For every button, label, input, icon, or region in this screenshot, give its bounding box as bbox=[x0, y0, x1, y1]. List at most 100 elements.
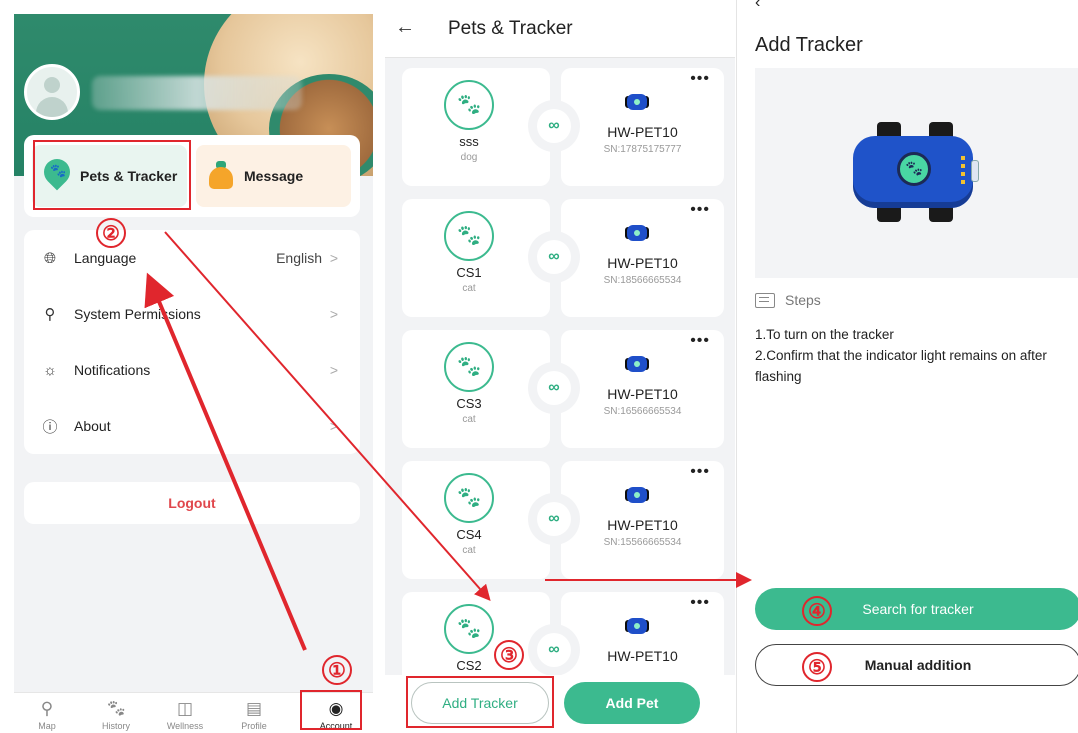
link-icon: ∞ bbox=[537, 109, 571, 143]
pet-row: 🐾︎ CS2 ••• HW-PET10 ∞ bbox=[385, 582, 735, 675]
tab-label: Map bbox=[38, 721, 56, 731]
composite-screenshot: 🐾 Pets & Tracker Message 🌐︎ Language Eng… bbox=[0, 0, 1078, 733]
tracker-model: HW-PET10 bbox=[607, 255, 678, 271]
tab-label: History bbox=[101, 721, 130, 731]
add-pet-button[interactable]: Add Pet bbox=[564, 682, 700, 724]
back-arrow-icon[interactable]: ← bbox=[395, 16, 415, 39]
tracker-card[interactable]: ••• HW-PET10 SN:16566665534 bbox=[561, 330, 724, 448]
pet-row: 🐾︎ sss dog ••• HW-PET10 SN:17875175777 ∞ bbox=[385, 58, 735, 186]
pet-row: 🐾︎ CS4 cat ••• HW-PET10 SN:15566665534 ∞ bbox=[385, 451, 735, 579]
page-title: Add Tracker bbox=[755, 34, 863, 56]
message-button[interactable]: Message bbox=[196, 145, 351, 207]
alarm-bell-icon: ☼ bbox=[43, 361, 57, 379]
tracker-model: HW-PET10 bbox=[607, 517, 678, 533]
card-icon: ▤ bbox=[245, 699, 263, 718]
back-chevron-icon[interactable]: ‹ bbox=[755, 0, 760, 12]
tab-profile[interactable]: ▤ Profile bbox=[224, 693, 284, 733]
annotation-4: ④ bbox=[802, 596, 832, 626]
menu-item-language[interactable]: 🌐︎ Language English > bbox=[24, 230, 360, 286]
more-icon[interactable]: ••• bbox=[690, 70, 710, 88]
highlight-add-tracker bbox=[406, 676, 554, 728]
tracker-card[interactable]: ••• HW-PET10 SN:17875175777 bbox=[561, 68, 724, 186]
tracker-serial: SN:16566665534 bbox=[603, 406, 682, 417]
chevron-right-icon: > bbox=[329, 250, 338, 266]
more-icon[interactable]: ••• bbox=[690, 463, 710, 481]
tracker-device-icon bbox=[625, 483, 649, 507]
highlight-account-tab bbox=[300, 690, 362, 730]
pet-name: sss bbox=[459, 134, 479, 149]
paw-icon: 🐾︎ bbox=[444, 211, 494, 261]
add-tracker-screen: ‹ Add Tracker 🐾︎ Steps 1.To turn on the … bbox=[736, 0, 1078, 733]
menu-value: English bbox=[276, 250, 322, 266]
paw-icon: 🐾︎ bbox=[444, 80, 494, 130]
link-icon-wrap: ∞ bbox=[528, 493, 580, 545]
menu-item-system-permissions[interactable]: ⚲ System Permissions > bbox=[24, 286, 360, 342]
more-icon[interactable]: ••• bbox=[690, 332, 710, 350]
link-icon-wrap: ∞ bbox=[528, 100, 580, 152]
avatar[interactable] bbox=[24, 64, 80, 120]
paw-icon: 🐾︎ bbox=[444, 342, 494, 392]
annotation-5: ⑤ bbox=[802, 652, 832, 682]
pet-name: CS1 bbox=[456, 265, 482, 280]
location-icon: ⚲ bbox=[40, 699, 54, 718]
link-icon-wrap: ∞ bbox=[528, 362, 580, 414]
annotation-1: ① bbox=[322, 655, 352, 685]
tracker-device-illustration: 🐾︎ bbox=[853, 122, 983, 222]
link-icon-wrap: ∞ bbox=[528, 624, 580, 675]
folder-plus-icon: ◫ bbox=[176, 699, 194, 718]
page-title: Pets & Tracker bbox=[448, 18, 573, 39]
tracker-model: HW-PET10 bbox=[607, 648, 678, 664]
annotation-3: ③ bbox=[494, 640, 524, 670]
account-screen: 🐾 Pets & Tracker Message 🌐︎ Language Eng… bbox=[14, 14, 373, 733]
user-permissions-icon: ⚲ bbox=[44, 306, 56, 323]
menu-label: System Permissions bbox=[74, 306, 201, 322]
tracker-device-icon bbox=[625, 90, 649, 114]
tracker-card[interactable]: ••• HW-PET10 SN:15566665534 bbox=[561, 461, 724, 579]
menu-label: Language bbox=[74, 250, 137, 266]
tab-label: Wellness bbox=[166, 721, 204, 731]
tab-map[interactable]: ⚲ Map bbox=[17, 693, 77, 733]
tracker-card[interactable]: ••• HW-PET10 SN:18566665534 bbox=[561, 199, 724, 317]
menu-label: Notifications bbox=[74, 362, 151, 378]
pets-tracker-screen: ← Pets & Tracker 🐾︎ sss dog ••• HW-PET10… bbox=[385, 0, 735, 733]
paw-icon: 🐾︎ bbox=[444, 473, 494, 523]
tab-wellness[interactable]: ◫ Wellness bbox=[155, 693, 215, 733]
chevron-right-icon: > bbox=[329, 306, 338, 322]
pet-name: CS3 bbox=[456, 396, 482, 411]
more-icon[interactable]: ••• bbox=[690, 594, 710, 612]
pet-row: 🐾︎ CS1 cat ••• HW-PET10 SN:18566665534 ∞ bbox=[385, 189, 735, 317]
chevron-right-icon: > bbox=[329, 418, 338, 434]
link-icon: ∞ bbox=[537, 371, 571, 405]
pet-row: 🐾︎ CS3 cat ••• HW-PET10 SN:16566665534 ∞ bbox=[385, 320, 735, 448]
pets-header: ← Pets & Tracker bbox=[385, 0, 735, 58]
tracker-model: HW-PET10 bbox=[607, 386, 678, 402]
tracker-model: HW-PET10 bbox=[607, 124, 678, 140]
side-button bbox=[971, 160, 979, 182]
indicator-lights bbox=[961, 156, 965, 184]
tracker-image: 🐾︎ bbox=[755, 68, 1078, 278]
pet-name: CS4 bbox=[456, 527, 482, 542]
tracker-card[interactable]: ••• HW-PET10 bbox=[561, 592, 724, 675]
pet-card[interactable]: 🐾︎ CS2 bbox=[402, 592, 550, 675]
tracker-serial: SN:17875175777 bbox=[603, 144, 682, 155]
chevron-right-icon: > bbox=[329, 362, 338, 378]
menu-item-about[interactable]: ⓘ About > bbox=[24, 398, 360, 454]
pet-list: 🐾︎ sss dog ••• HW-PET10 SN:17875175777 ∞… bbox=[385, 58, 735, 675]
link-icon: ∞ bbox=[537, 240, 571, 274]
highlight-pets-tracker bbox=[33, 140, 191, 210]
globe-icon: 🌐︎ bbox=[43, 249, 56, 267]
tracker-device-icon bbox=[625, 614, 649, 638]
step-2: 2.Confirm that the indicator light remai… bbox=[755, 348, 1047, 384]
settings-menu: 🌐︎ Language English > ⚲ System Permissio… bbox=[24, 230, 360, 454]
bell-icon bbox=[206, 159, 236, 193]
link-icon: ∞ bbox=[537, 633, 571, 667]
steps-heading: Steps bbox=[755, 292, 821, 308]
logout-button[interactable]: Logout bbox=[24, 482, 360, 524]
more-icon[interactable]: ••• bbox=[690, 201, 710, 219]
step-1: 1.To turn on the tracker bbox=[755, 327, 894, 342]
tab-history[interactable]: 🐾︎ History bbox=[86, 693, 146, 733]
blurred-username bbox=[92, 76, 302, 110]
tracker-serial: SN:18566665534 bbox=[603, 275, 682, 286]
menu-item-notifications[interactable]: ☼ Notifications > bbox=[24, 342, 360, 398]
tracker-device-icon bbox=[625, 352, 649, 376]
